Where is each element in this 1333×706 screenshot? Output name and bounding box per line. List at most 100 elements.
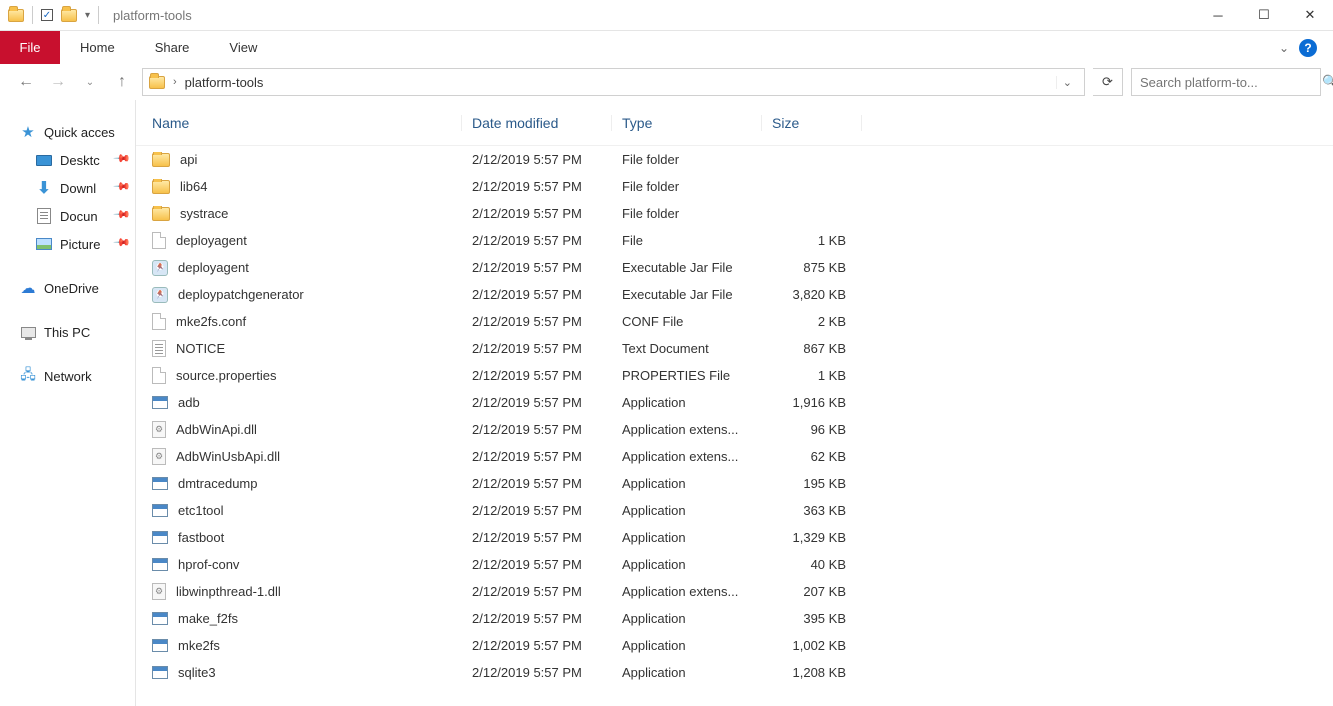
file-date: 2/12/2019 5:57 PM bbox=[462, 584, 612, 599]
file-name: AdbWinApi.dll bbox=[176, 422, 257, 437]
tab-share[interactable]: Share bbox=[135, 31, 210, 64]
file-date: 2/12/2019 5:57 PM bbox=[462, 530, 612, 545]
download-icon: ⬇ bbox=[36, 180, 52, 196]
file-name: source.properties bbox=[176, 368, 276, 383]
file-row[interactable]: source.properties2/12/2019 5:57 PMPROPER… bbox=[136, 362, 1333, 389]
file-tab[interactable]: File bbox=[0, 31, 60, 64]
sidebar-quick-access[interactable]: ★ Quick acces bbox=[0, 118, 135, 146]
file-type: Application bbox=[612, 638, 762, 653]
sidebar-label: Network bbox=[44, 369, 92, 384]
search-box[interactable]: 🔍 bbox=[1131, 68, 1321, 96]
file-row[interactable]: lib642/12/2019 5:57 PMFile folder bbox=[136, 173, 1333, 200]
file-type: File folder bbox=[612, 152, 762, 167]
file-row[interactable]: fastboot2/12/2019 5:57 PMApplication1,32… bbox=[136, 524, 1333, 551]
search-icon[interactable]: 🔍 bbox=[1322, 74, 1333, 90]
recent-dropdown-icon[interactable]: ⌄ bbox=[78, 70, 102, 94]
close-button[interactable]: ✕ bbox=[1287, 0, 1333, 31]
jar-icon bbox=[152, 287, 168, 303]
file-row[interactable]: deployagent2/12/2019 5:57 PMExecutable J… bbox=[136, 254, 1333, 281]
pin-icon: 📌 bbox=[113, 149, 132, 168]
file-type: Application bbox=[612, 530, 762, 545]
file-type: Application bbox=[612, 611, 762, 626]
file-name: fastboot bbox=[178, 530, 224, 545]
titlebar: ✓ ▾ platform-tools ─ ☐ ✕ bbox=[0, 0, 1333, 31]
qat-properties-icon[interactable]: ✓ bbox=[41, 9, 53, 21]
file-row[interactable]: libwinpthread-1.dll2/12/2019 5:57 PMAppl… bbox=[136, 578, 1333, 605]
file-size: 96 KB bbox=[762, 422, 862, 437]
file-row[interactable]: dmtracedump2/12/2019 5:57 PMApplication1… bbox=[136, 470, 1333, 497]
dll-icon bbox=[152, 583, 166, 600]
address-folder-icon bbox=[149, 76, 165, 89]
file-row[interactable]: NOTICE2/12/2019 5:57 PMText Document867 … bbox=[136, 335, 1333, 362]
qat-dropdown-icon[interactable]: ▾ bbox=[85, 10, 90, 21]
search-input[interactable] bbox=[1140, 75, 1316, 90]
file-list: Name Date modified Type Size api2/12/201… bbox=[136, 100, 1333, 706]
column-header-size[interactable]: Size bbox=[762, 115, 862, 131]
file-row[interactable]: deploypatchgenerator2/12/2019 5:57 PMExe… bbox=[136, 281, 1333, 308]
file-row[interactable]: mke2fs2/12/2019 5:57 PMApplication1,002 … bbox=[136, 632, 1333, 659]
pin-icon: 📌 bbox=[113, 233, 132, 252]
document-icon bbox=[37, 208, 51, 224]
address-bar[interactable]: › platform-tools ⌄ bbox=[142, 68, 1085, 96]
column-header-date[interactable]: Date modified bbox=[462, 115, 612, 131]
address-dropdown-icon[interactable]: ⌄ bbox=[1056, 76, 1078, 89]
file-date: 2/12/2019 5:57 PM bbox=[462, 503, 612, 518]
file-name: libwinpthread-1.dll bbox=[176, 584, 281, 599]
back-button[interactable]: ← bbox=[14, 70, 38, 94]
file-name: mke2fs bbox=[178, 638, 220, 653]
ribbon: File Home Share View ⌄ ? bbox=[0, 31, 1333, 64]
file-size: 1,916 KB bbox=[762, 395, 862, 410]
file-row[interactable]: sqlite32/12/2019 5:57 PMApplication1,208… bbox=[136, 659, 1333, 686]
file-type: Application extens... bbox=[612, 422, 762, 437]
sidebar-network[interactable]: 🖧 Network bbox=[0, 362, 135, 390]
sidebar-item-documents[interactable]: Docun 📌 bbox=[0, 202, 135, 230]
minimize-button[interactable]: ─ bbox=[1195, 0, 1241, 31]
file-size: 1,002 KB bbox=[762, 638, 862, 653]
tab-view[interactable]: View bbox=[209, 31, 277, 64]
file-type: Text Document bbox=[612, 341, 762, 356]
file-size: 195 KB bbox=[762, 476, 862, 491]
file-name: sqlite3 bbox=[178, 665, 216, 680]
file-date: 2/12/2019 5:57 PM bbox=[462, 233, 612, 248]
sidebar-onedrive[interactable]: ☁ OneDrive bbox=[0, 274, 135, 302]
file-row[interactable]: api2/12/2019 5:57 PMFile folder bbox=[136, 146, 1333, 173]
ribbon-expand-icon[interactable]: ⌄ bbox=[1279, 41, 1289, 55]
file-name: dmtracedump bbox=[178, 476, 257, 491]
file-size: 875 KB bbox=[762, 260, 862, 275]
file-row[interactable]: AdbWinUsbApi.dll2/12/2019 5:57 PMApplica… bbox=[136, 443, 1333, 470]
qat-newfolder-icon[interactable] bbox=[61, 9, 77, 22]
sidebar-item-downloads[interactable]: ⬇ Downl 📌 bbox=[0, 174, 135, 202]
sidebar-label: OneDrive bbox=[44, 281, 99, 296]
chevron-right-icon[interactable]: › bbox=[171, 76, 179, 88]
file-row[interactable]: hprof-conv2/12/2019 5:57 PMApplication40… bbox=[136, 551, 1333, 578]
file-type: Executable Jar File bbox=[612, 287, 762, 302]
cloud-icon: ☁ bbox=[20, 280, 36, 296]
file-name: etc1tool bbox=[178, 503, 224, 518]
sidebar-this-pc[interactable]: This PC bbox=[0, 318, 135, 346]
up-button[interactable]: ↑ bbox=[110, 70, 134, 94]
file-row[interactable]: adb2/12/2019 5:57 PMApplication1,916 KB bbox=[136, 389, 1333, 416]
column-header-name[interactable]: Name bbox=[136, 115, 462, 131]
address-segment[interactable]: platform-tools bbox=[185, 75, 264, 90]
file-row[interactable]: deployagent2/12/2019 5:57 PMFile1 KB bbox=[136, 227, 1333, 254]
help-icon[interactable]: ? bbox=[1299, 39, 1317, 57]
file-type: CONF File bbox=[612, 314, 762, 329]
sidebar-item-pictures[interactable]: Picture 📌 bbox=[0, 230, 135, 258]
file-row[interactable]: AdbWinApi.dll2/12/2019 5:57 PMApplicatio… bbox=[136, 416, 1333, 443]
maximize-button[interactable]: ☐ bbox=[1241, 0, 1287, 31]
folder-icon bbox=[152, 153, 170, 167]
sidebar-item-desktop[interactable]: Desktc 📌 bbox=[0, 146, 135, 174]
column-header-type[interactable]: Type bbox=[612, 115, 762, 131]
forward-button[interactable]: → bbox=[46, 70, 70, 94]
file-type: Application bbox=[612, 503, 762, 518]
sidebar-item-label: Picture bbox=[60, 237, 100, 252]
file-row[interactable]: etc1tool2/12/2019 5:57 PMApplication363 … bbox=[136, 497, 1333, 524]
file-row[interactable]: systrace2/12/2019 5:57 PMFile folder bbox=[136, 200, 1333, 227]
refresh-button[interactable]: ⟳ bbox=[1093, 68, 1123, 96]
file-row[interactable]: mke2fs.conf2/12/2019 5:57 PMCONF File2 K… bbox=[136, 308, 1333, 335]
file-name: deploypatchgenerator bbox=[178, 287, 304, 302]
application-icon bbox=[152, 612, 168, 625]
file-date: 2/12/2019 5:57 PM bbox=[462, 206, 612, 221]
tab-home[interactable]: Home bbox=[60, 31, 135, 64]
file-row[interactable]: make_f2fs2/12/2019 5:57 PMApplication395… bbox=[136, 605, 1333, 632]
